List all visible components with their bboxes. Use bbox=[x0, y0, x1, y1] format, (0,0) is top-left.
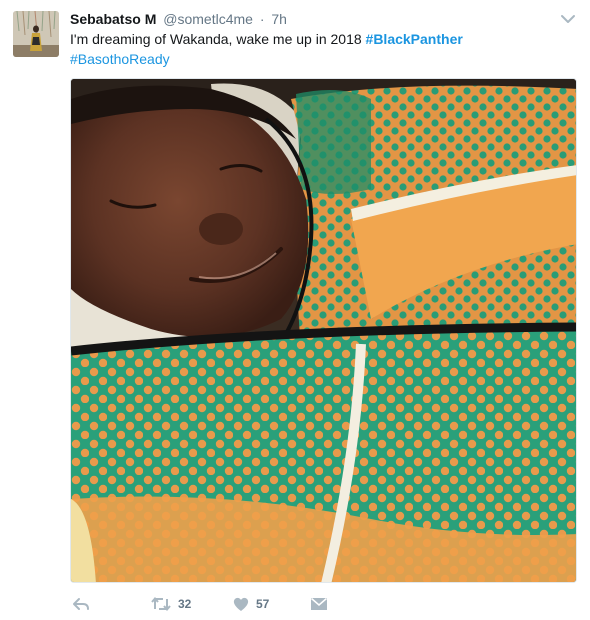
tweet-text-body: I'm dreaming of Wakanda, wake me up in 2… bbox=[70, 31, 366, 47]
reply-button[interactable] bbox=[72, 592, 90, 616]
avatar[interactable] bbox=[13, 11, 59, 57]
direct-message-button[interactable] bbox=[310, 592, 328, 616]
author-handle[interactable]: @sometlc4me bbox=[163, 11, 253, 27]
tweet-photo[interactable] bbox=[70, 78, 577, 583]
timestamp[interactable]: 7h bbox=[271, 11, 287, 27]
retweet-icon bbox=[150, 596, 172, 612]
separator: · bbox=[259, 11, 265, 27]
retweet-count: 32 bbox=[178, 597, 192, 611]
author-name[interactable]: Sebabatso M bbox=[70, 11, 156, 27]
tweet-header: Sebabatso M @sometlc4me · 7h bbox=[70, 9, 550, 29]
like-count: 57 bbox=[256, 597, 270, 611]
tweet-card[interactable]: Sebabatso M @sometlc4me · 7h I'm dreamin… bbox=[0, 0, 590, 620]
retweet-button[interactable]: 32 bbox=[150, 592, 191, 616]
hashtag-link[interactable]: #BlackPanther bbox=[366, 31, 463, 47]
tweet-actions: 32 57 bbox=[70, 592, 370, 616]
hashtag-link[interactable]: #BasothoReady bbox=[70, 51, 170, 67]
reply-icon bbox=[72, 596, 90, 612]
chevron-down-icon[interactable] bbox=[560, 12, 576, 26]
like-button[interactable]: 57 bbox=[232, 592, 269, 616]
tweet-text: I'm dreaming of Wakanda, wake me up in 2… bbox=[70, 29, 570, 69]
heart-icon bbox=[232, 596, 250, 612]
envelope-icon bbox=[310, 596, 328, 612]
